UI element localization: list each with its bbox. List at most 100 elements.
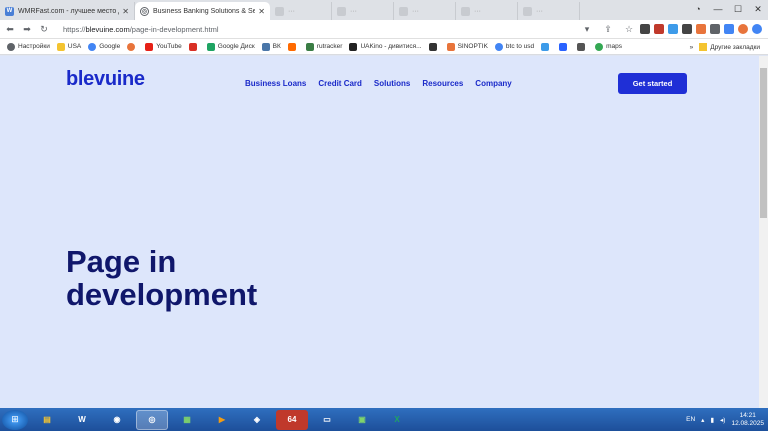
notes-icon[interactable]: ▣	[346, 410, 378, 430]
tab-strip: W WMRFast.com - лучшее место для ✕ ◎ Bus…	[0, 0, 768, 20]
explorer-icon[interactable]: ▤	[31, 410, 63, 430]
tab-3[interactable]: ···	[270, 2, 332, 20]
app-icon[interactable]: ▦	[171, 410, 203, 430]
bookmark-vk[interactable]: ВК	[261, 42, 281, 51]
puzzle-icon[interactable]	[710, 24, 720, 34]
other-bookmarks[interactable]: » Другие закладки	[690, 43, 760, 51]
tab-4[interactable]: ···	[332, 2, 394, 20]
bookmark-youtube[interactable]: YouTube	[145, 42, 182, 51]
nav-solutions[interactable]: Solutions	[374, 79, 410, 88]
chrome-icon[interactable]: ◉	[101, 410, 133, 430]
bookmark-btc[interactable]: btc to usd	[494, 42, 534, 51]
tab-wmrfast[interactable]: W WMRFast.com - лучшее место для ✕	[0, 2, 135, 20]
wm-icon[interactable]: W	[66, 410, 98, 430]
language-indicator[interactable]: EN	[686, 416, 695, 423]
tab-favicon-icon	[461, 6, 470, 16]
extension-icons: ▾ ⇪ ☆	[577, 24, 762, 35]
profile-icon[interactable]: ◔	[688, 4, 708, 14]
bookmark-icon	[287, 42, 296, 51]
bookmark-google[interactable]: Google	[88, 42, 120, 51]
bookmark-f[interactable]	[287, 42, 299, 51]
address-bar: ⬅ ➡ ↻ https://blevuine.com/page-in-devel…	[0, 20, 768, 39]
tab-5[interactable]: ···	[394, 2, 456, 20]
tab-blevuine[interactable]: ◎ Business Banking Solutions & Serv ✕	[135, 2, 270, 20]
bookmark-gmail[interactable]	[188, 42, 200, 51]
folder-icon[interactable]: ▭	[311, 410, 343, 430]
extension-icon[interactable]	[668, 24, 678, 34]
bookmark-sinoptik[interactable]: SINOPTIK	[446, 42, 488, 51]
chess-icon	[428, 42, 437, 51]
tab-favicon-icon	[337, 6, 346, 16]
share-icon[interactable]: ⇪	[601, 24, 615, 35]
get-started-button[interactable]: Get started	[618, 73, 687, 94]
download-icon[interactable]	[724, 24, 734, 34]
close-tab-icon[interactable]: ✕	[122, 7, 129, 16]
tab-title: Business Banking Solutions & Serv	[153, 7, 256, 15]
clock[interactable]: 14:21 12.08.2025	[731, 412, 764, 428]
bookmark-icon	[127, 42, 136, 51]
maps-icon	[595, 42, 604, 51]
dropdown-icon[interactable]: ▾	[580, 24, 594, 35]
bookmark-usa[interactable]: USA	[56, 42, 81, 51]
bookmark-arrow[interactable]	[559, 42, 570, 51]
bookmark-icon	[559, 42, 568, 51]
minimize-icon[interactable]: —	[708, 4, 728, 14]
close-window-icon[interactable]: ✕	[748, 4, 768, 15]
google-icon	[88, 42, 97, 51]
tool-icon[interactable]: ◈	[241, 410, 273, 430]
network-icon[interactable]: ▮	[710, 416, 714, 424]
nav-business-loans[interactable]: Business Loans	[245, 79, 306, 88]
nav-company[interactable]: Company	[475, 79, 511, 88]
bookmark-bb[interactable]	[577, 42, 588, 51]
extension-icon[interactable]	[696, 24, 706, 34]
extension-icon[interactable]	[654, 24, 664, 34]
bookmark-google-drive[interactable]: Google Диск	[206, 42, 255, 51]
menu-icon[interactable]	[752, 24, 762, 34]
maximize-icon[interactable]: ☐	[728, 4, 748, 15]
gmail-icon	[188, 42, 197, 51]
back-icon[interactable]: ⬅	[3, 24, 17, 35]
nav-resources[interactable]: Resources	[422, 79, 463, 88]
forward-icon[interactable]: ➡	[20, 24, 34, 35]
bookmark-uakino[interactable]: UAKino - дивитися...	[349, 42, 422, 51]
close-tab-icon[interactable]: ✕	[258, 7, 265, 16]
more-icon: »	[689, 43, 694, 51]
folder-icon	[699, 43, 708, 51]
extension-icon[interactable]	[682, 24, 692, 34]
vk-icon	[261, 42, 270, 51]
star-icon[interactable]: ☆	[622, 24, 636, 35]
site-nav: Business Loans Credit Card Solutions Res…	[245, 79, 512, 88]
tab-7[interactable]: ···	[518, 2, 580, 20]
avatar[interactable]	[738, 24, 748, 34]
url-field[interactable]: https://blevuine.com/page-in-development…	[63, 25, 577, 34]
scroll-thumb[interactable]	[760, 68, 767, 218]
bookmark-icon	[577, 42, 586, 51]
drive-icon	[206, 42, 215, 51]
extension-icon[interactable]	[640, 24, 650, 34]
bookmark-maps[interactable]: maps	[595, 42, 622, 51]
uakino-icon	[349, 42, 358, 51]
reload-icon[interactable]: ↻	[37, 24, 51, 35]
rutracker-icon	[305, 42, 314, 51]
volume-icon[interactable]: ◂)	[720, 416, 725, 424]
tray-arrow-icon[interactable]: ▴	[701, 416, 704, 424]
scrollbar[interactable]	[759, 56, 768, 408]
page-title: Page in development	[66, 244, 258, 312]
aida64-icon[interactable]: 64	[276, 409, 308, 430]
nav-credit-card[interactable]: Credit Card	[318, 79, 362, 88]
bookmark-extra[interactable]	[127, 42, 138, 51]
bookmark-p[interactable]	[541, 42, 552, 51]
site-logo[interactable]: blevuine	[66, 68, 145, 91]
excel-icon[interactable]: X	[381, 410, 413, 430]
wmrfast-favicon-icon: W	[5, 6, 14, 16]
browser-active-icon[interactable]: ◎	[136, 409, 168, 430]
globe-favicon-icon: ◎	[140, 6, 149, 16]
bookmark-settings[interactable]: Настройки	[7, 42, 50, 51]
media-player-icon[interactable]: ▶	[206, 410, 238, 430]
page-content: blevuine Business Loans Credit Card Solu…	[0, 56, 759, 408]
tab-title: WMRFast.com - лучшее место для	[18, 7, 120, 15]
start-button[interactable]: ⊞	[2, 409, 28, 430]
bookmark-chess[interactable]	[428, 42, 440, 51]
bookmark-rutracker[interactable]: rutracker	[305, 42, 342, 51]
tab-6[interactable]: ···	[456, 2, 518, 20]
